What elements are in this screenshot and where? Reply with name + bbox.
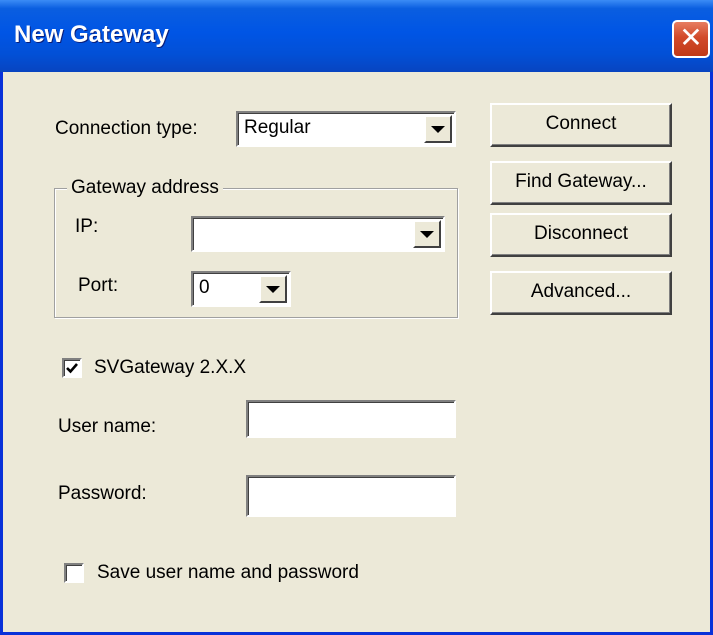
disconnect-button[interactable]: Disconnect	[490, 213, 672, 257]
connection-type-value: Regular	[244, 117, 311, 138]
port-value: 0	[199, 277, 210, 298]
connection-type-select[interactable]: Regular	[236, 111, 456, 147]
checkmark-icon	[66, 363, 78, 374]
user-name-field[interactable]	[246, 400, 456, 438]
port-select[interactable]: 0	[191, 271, 291, 307]
user-name-label: User name:	[58, 416, 157, 437]
connect-button[interactable]: Connect	[490, 103, 672, 147]
connection-type-label: Connection type:	[55, 118, 198, 139]
find-gateway-button[interactable]: Find Gateway...	[490, 161, 672, 205]
close-button[interactable]: ✕	[672, 20, 710, 58]
port-dropdown-button[interactable]	[259, 275, 287, 303]
svgateway-checkbox[interactable]	[62, 358, 82, 378]
connection-type-dropdown-button[interactable]	[424, 115, 452, 143]
ip-select[interactable]	[191, 216, 445, 252]
ip-dropdown-button[interactable]	[413, 220, 441, 248]
password-label: Password:	[58, 483, 147, 504]
save-credentials-label: Save user name and password	[97, 562, 359, 583]
chevron-down-icon	[420, 230, 434, 238]
save-credentials-checkbox[interactable]	[64, 563, 84, 583]
password-field[interactable]	[246, 475, 456, 517]
window-title: New Gateway	[14, 21, 169, 48]
svgateway-label: SVGateway 2.X.X	[94, 357, 247, 378]
close-icon: ✕	[679, 21, 703, 54]
gateway-address-group-title: Gateway address	[67, 177, 223, 199]
port-label: Port:	[78, 275, 119, 296]
title-bar[interactable]: New Gateway ✕	[0, 0, 713, 72]
dialog-window: New Gateway ✕ Connection type: Regular G…	[0, 0, 713, 635]
ip-label: IP:	[75, 216, 99, 237]
chevron-down-icon	[431, 125, 445, 133]
advanced-button[interactable]: Advanced...	[490, 271, 672, 315]
chevron-down-icon	[266, 285, 280, 293]
